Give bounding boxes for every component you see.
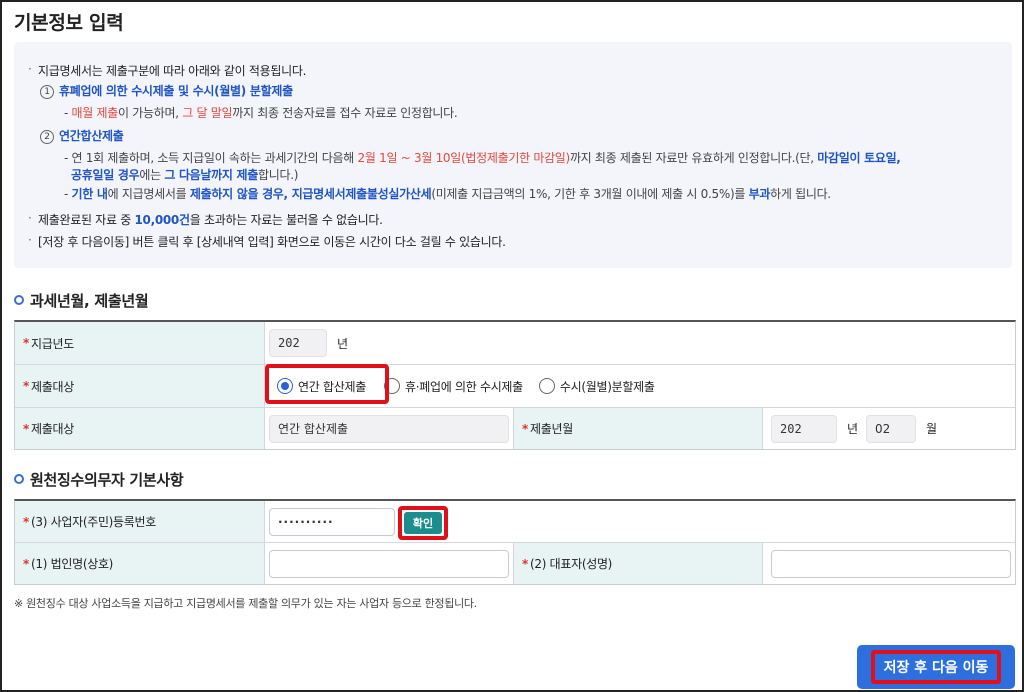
ring-bullet-icon: [14, 474, 24, 484]
submit-month-input[interactable]: 02: [866, 414, 917, 443]
section-title-withholder: 원천징수의무자 기본사항: [14, 469, 184, 490]
notice-line-apply: 지급명세서는 제출구분에 따라 아래와 같이 적용됩니다.: [28, 62, 306, 79]
corp-name-label: * (1) 법인명(상호): [15, 543, 265, 584]
save-next-button[interactable]: 저장 후 다음 이동: [857, 645, 1015, 689]
submit-target-label-2: * 제출대상: [15, 408, 265, 449]
notice-item1-title: 1 휴폐업에 의한 수시제출 및 수시(월별) 분할제출: [40, 82, 293, 99]
withholder-table: * (3) 사업자(주민)등록번호 ·········· * (1) 법인명(상호)…: [14, 499, 1016, 585]
rep-name-input[interactable]: [771, 549, 1011, 578]
submit-year-input[interactable]: 202: [771, 414, 837, 443]
bizno-input[interactable]: ··········: [269, 507, 395, 536]
circled-number-icon: 2: [40, 130, 54, 144]
year-unit-label: 년: [337, 336, 349, 351]
ring-bullet-icon: [14, 295, 24, 305]
bizno-label: * (3) 사업자(주민)등록번호: [15, 501, 265, 542]
notice-item2-desc1: - 연 1회 제출하며, 소득 지급일이 속하는 과세기간의 다음해 2월 1일…: [64, 151, 901, 165]
circled-number-icon: 1: [40, 85, 54, 99]
notice-line-move: [저장 후 다음이동] 버튼 클릭 후 [상세내역 입력] 화면으로 이동은 시…: [28, 233, 506, 250]
section-title-tax-period: 과세년월, 제출년월: [14, 290, 149, 311]
notice-box: 지급명세서는 제출구분에 따라 아래와 같이 적용됩니다. 1휴폐업에 의한 수…: [14, 42, 1012, 268]
notice-item2-desc1-cont: 공휴일일 경우에는 그 다음날까지 제출합니다.): [71, 168, 299, 182]
tax-period-table: * 지급년도 202 년 * 제출대상 연간 합산제출 휴·폐업에 의한 수시제출 …: [14, 320, 1016, 450]
payment-year-label: * 지급년도: [15, 322, 265, 364]
table-row: * (1) 법인명(상호) * (2) 대표자(성명): [15, 543, 1015, 584]
table-row: * 지급년도 202 년: [15, 322, 1015, 365]
notice-line-limit: 제출완료된 자료 중 10,000건을 초과하는 자료는 불러올 수 없습니다.: [28, 211, 383, 228]
footnote: ※ 원천징수 대상 사업소득을 지급하고 지급명세서를 제출할 의무가 있는 자…: [14, 597, 477, 610]
radio-unselected-icon: [538, 378, 555, 394]
month-unit-label: 월: [926, 422, 938, 436]
highlight-annual-radio: [265, 364, 389, 404]
submit-target-value: 연간 합산제출: [269, 414, 509, 443]
page-title: 기본정보 입력: [14, 12, 124, 34]
table-row: * 제출대상 연간 합산제출 * 제출년월 202 년 02 월: [15, 408, 1015, 449]
notice-item1-desc: - 매월 제출이 가능하며, 그 달 말일까지 최종 전송자료를 접수 자료로 …: [64, 106, 458, 120]
radio-monthly-split[interactable]: 수시(월별)분할제출: [538, 378, 655, 395]
year-unit-label: 년: [847, 422, 859, 436]
save-next-label: 저장 후 다음 이동: [871, 650, 1001, 684]
table-row: * 제출대상 연간 합산제출 휴·폐업에 의한 수시제출 수시(월별)분할제출: [15, 365, 1015, 408]
rep-name-label: * (2) 대표자(성명): [513, 543, 763, 584]
submit-ym-label: * 제출년월: [513, 408, 763, 449]
corp-name-input[interactable]: [269, 549, 509, 578]
submit-target-label: * 제출대상: [15, 365, 265, 407]
radio-closure-occasional[interactable]: 휴·폐업에 의한 수시제출: [383, 378, 523, 395]
highlight-confirm-button: [398, 506, 448, 540]
notice-item2-title: 2 연간합산제출: [40, 127, 124, 144]
payment-year-input[interactable]: 202: [269, 329, 327, 357]
notice-item2-desc2: - 기한 내에 지급명세서를 제출하지 않을 경우, 지급명세서제출불성실가산세…: [64, 187, 831, 201]
table-row: * (3) 사업자(주민)등록번호 ··········: [15, 501, 1015, 543]
